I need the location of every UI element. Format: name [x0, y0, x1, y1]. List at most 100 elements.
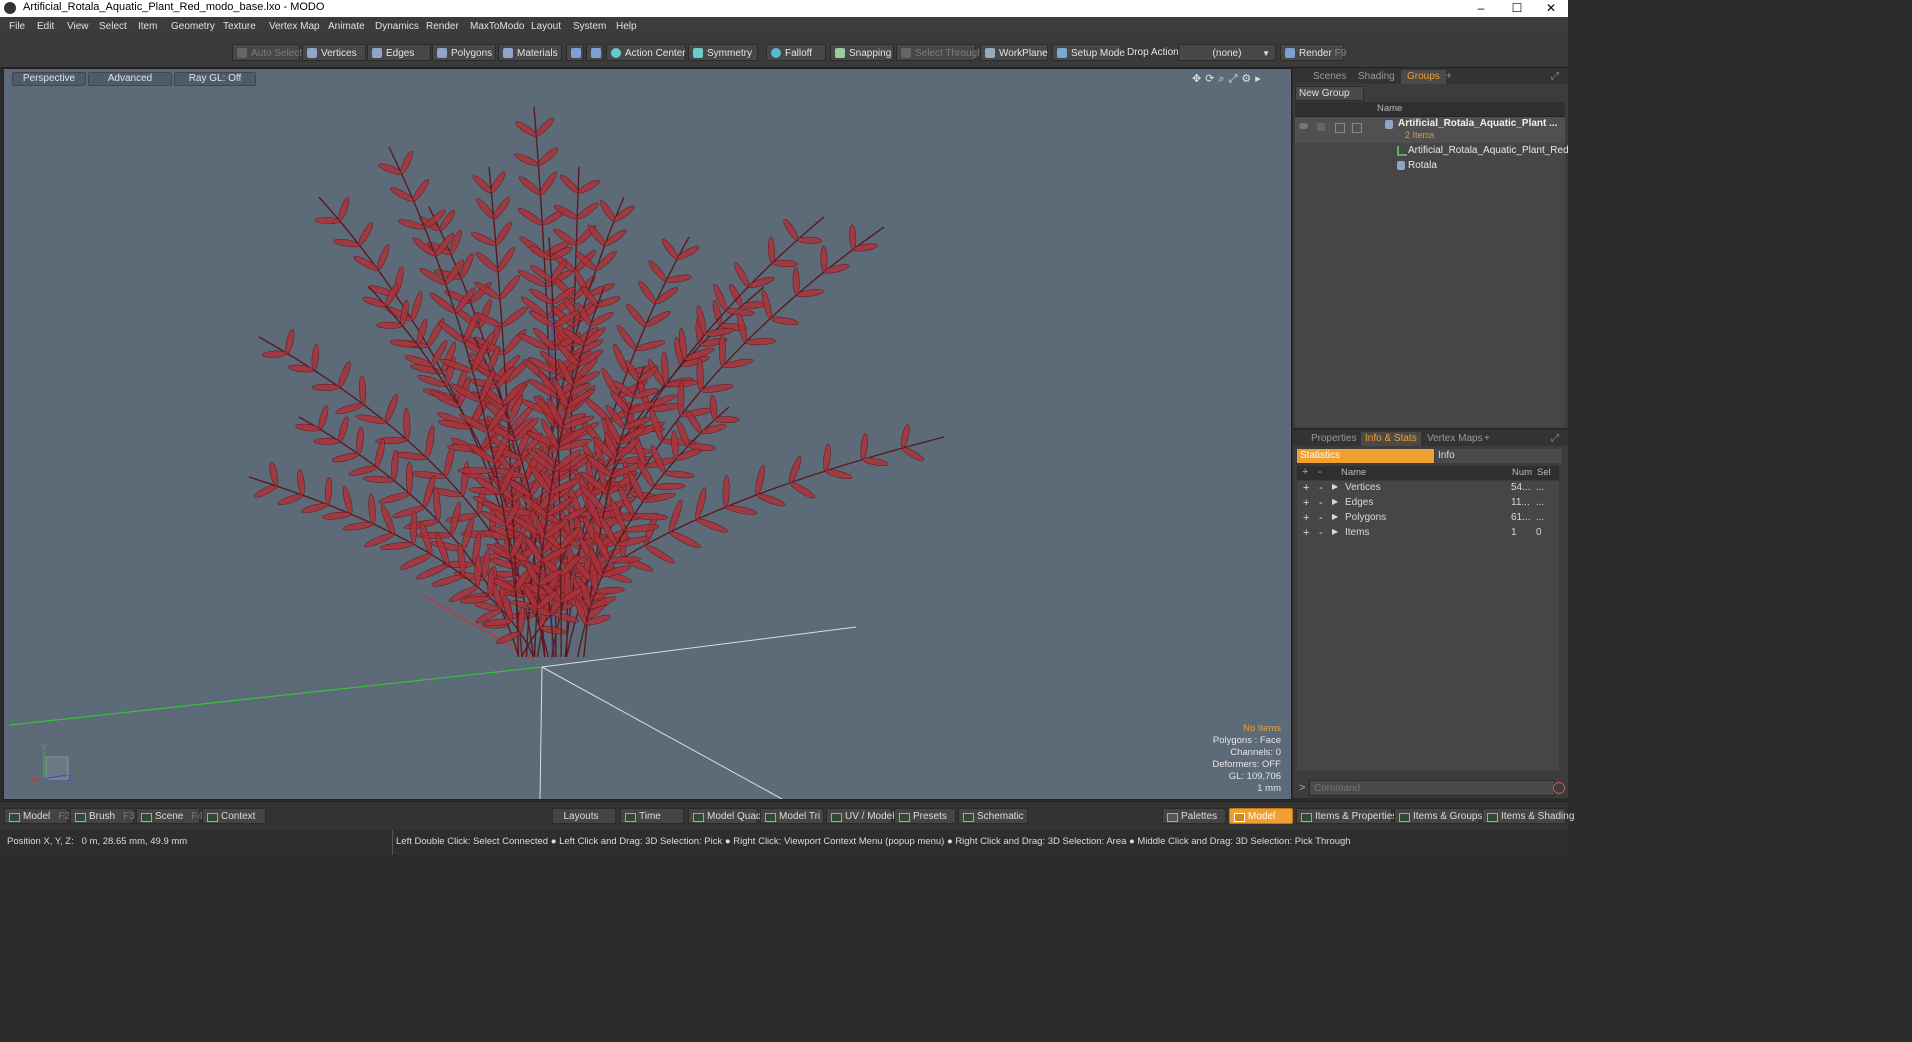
- items-groups-button[interactable]: Items & Groups: [1394, 808, 1482, 824]
- expand-arrow-icon[interactable]: ▶: [1332, 512, 1338, 521]
- expand-arrow-icon[interactable]: ▶: [1332, 497, 1338, 506]
- layout-brush-button[interactable]: Brush F3: [70, 808, 135, 824]
- stats-row[interactable]: + - ▶ Items 1 0: [1297, 526, 1559, 541]
- drop-action-select[interactable]: (none) ▼: [1178, 44, 1276, 61]
- new-group-button[interactable]: New Group: [1295, 86, 1364, 101]
- minus-icon[interactable]: -: [1319, 512, 1323, 524]
- plant-leaf: [745, 338, 777, 346]
- tab-shading[interactable]: Shading: [1358, 70, 1395, 84]
- group-child-row[interactable]: Rotala: [1295, 159, 1565, 173]
- checkbox-b[interactable]: [1352, 123, 1362, 133]
- add-tab-icon[interactable]: +: [1446, 70, 1452, 84]
- plus-icon[interactable]: +: [1303, 512, 1309, 524]
- menu-maxtomodo[interactable]: MaxToModo: [470, 21, 524, 32]
- chevron-down-icon: ▼: [1262, 49, 1270, 58]
- menu-geometry[interactable]: Geometry: [171, 21, 215, 32]
- eye-icon[interactable]: [1299, 123, 1308, 129]
- tab-vertex-maps[interactable]: Vertex Maps: [1427, 432, 1483, 446]
- plus-icon[interactable]: +: [1303, 482, 1309, 494]
- stats-row[interactable]: + - ▶ Edges 11... ...: [1297, 496, 1559, 511]
- expand-arrow-icon[interactable]: ▶: [1332, 482, 1338, 491]
- plus-icon[interactable]: +: [1303, 527, 1309, 539]
- render-button[interactable]: Render F9: [1280, 44, 1346, 61]
- menu-view[interactable]: View: [67, 21, 89, 32]
- menu-dynamics[interactable]: Dynamics: [375, 21, 419, 32]
- minus-icon[interactable]: -: [1319, 527, 1323, 539]
- tab-statistics[interactable]: Statistics: [1297, 449, 1434, 463]
- minus-icon[interactable]: -: [1319, 482, 1323, 494]
- layout-icon: [1399, 813, 1410, 822]
- workplane-button[interactable]: WorkPlane: [980, 44, 1048, 61]
- plus-icon[interactable]: +: [1303, 497, 1309, 509]
- auto-select-button[interactable]: Auto Select: [232, 44, 302, 61]
- menu-file[interactable]: File: [9, 21, 25, 32]
- materials-button[interactable]: Materials: [498, 44, 562, 61]
- group-row-root[interactable]: Artificial_Rotala_Aquatic_Plant ... 2 It…: [1295, 117, 1565, 143]
- menu-layout[interactable]: Layout: [531, 21, 561, 32]
- layouts-button[interactable]: Layouts: [552, 808, 616, 824]
- minus-icon[interactable]: -: [1319, 497, 1323, 509]
- menu-help[interactable]: Help: [616, 21, 637, 32]
- layout-presets-button[interactable]: Presets: [894, 808, 956, 824]
- polygons-icon: [437, 48, 447, 58]
- menu-select[interactable]: Select: [99, 21, 127, 32]
- close-button[interactable]: ✕: [1534, 0, 1568, 17]
- expand-arrow-icon[interactable]: ▶: [1332, 527, 1338, 536]
- tab-info[interactable]: Info: [1435, 449, 1562, 463]
- group-child-row[interactable]: Artificial_Rotala_Aquatic_Plant_Red: [1295, 144, 1569, 158]
- command-input[interactable]: [1309, 780, 1555, 796]
- maximize-button[interactable]: ☐: [1500, 0, 1534, 17]
- minimize-button[interactable]: –: [1464, 0, 1498, 17]
- expand-panel-icon[interactable]: ⤢: [1551, 432, 1559, 446]
- layout-time-button[interactable]: Time: [620, 808, 684, 824]
- menu-render[interactable]: Render: [426, 21, 459, 32]
- layout-uv-model-button[interactable]: UV / Model: [826, 808, 894, 824]
- falloff-button[interactable]: Falloff: [766, 44, 826, 61]
- record-icon[interactable]: [1553, 782, 1565, 794]
- stats-row[interactable]: + - ▶ Vertices 54... ...: [1297, 481, 1559, 496]
- select-mode-b-button[interactable]: [586, 44, 604, 61]
- tab-scenes[interactable]: Scenes: [1313, 70, 1346, 84]
- select-through-button[interactable]: Select Through: [896, 44, 983, 61]
- edges-button[interactable]: Edges: [367, 44, 431, 61]
- tab-properties[interactable]: Properties: [1311, 432, 1357, 446]
- expand-all-icon[interactable]: +: [1302, 466, 1308, 478]
- edges-icon: [372, 48, 382, 58]
- plant-leaf: [377, 244, 390, 271]
- setup-mode-button[interactable]: Setup Mode: [1052, 44, 1125, 61]
- layout-scene-button[interactable]: Scene F4: [136, 808, 203, 824]
- stat-num: 11...: [1511, 497, 1530, 508]
- menu-edit[interactable]: Edit: [37, 21, 54, 32]
- palettes-button[interactable]: Palettes: [1162, 808, 1226, 824]
- select-mode-a-button[interactable]: [566, 44, 584, 61]
- layout-context-button[interactable]: Context: [202, 808, 266, 824]
- layout-model-quad-button[interactable]: Model Quad: [688, 808, 761, 824]
- menu-item[interactable]: Item: [138, 21, 157, 32]
- 3d-viewport[interactable]: Perspective Advanced Ray GL: Off ✥⟳⌕⤢⚙▸ …: [3, 68, 1292, 800]
- checkbox-a[interactable]: [1335, 123, 1345, 133]
- expand-panel-icon[interactable]: ⤢: [1551, 70, 1559, 84]
- menu-system[interactable]: System: [573, 21, 606, 32]
- tab-groups[interactable]: Groups: [1401, 70, 1446, 84]
- menu-vertex-map[interactable]: Vertex Map: [269, 21, 320, 32]
- model-mode-button[interactable]: Model: [1229, 808, 1293, 824]
- stats-row[interactable]: + - ▶ Polygons 61... ...: [1297, 511, 1559, 526]
- menu-texture[interactable]: Texture: [223, 21, 256, 32]
- vertices-button[interactable]: Vertices: [302, 44, 366, 61]
- symmetry-button[interactable]: Symmetry: [688, 44, 758, 61]
- layout-model-button[interactable]: Model F2: [4, 808, 70, 824]
- lock-icon[interactable]: [1317, 123, 1325, 131]
- polygons-button[interactable]: Polygons: [432, 44, 496, 61]
- layout-model-tri-button[interactable]: Model Tri: [760, 808, 824, 824]
- menu-animate[interactable]: Animate: [328, 21, 365, 32]
- plant-leaf: [669, 531, 702, 549]
- snapping-button[interactable]: Snapping: [830, 44, 894, 61]
- add-tab-icon[interactable]: +: [1484, 432, 1490, 446]
- action-center-button[interactable]: Action Center: [606, 44, 686, 61]
- items-properties-button[interactable]: Items & Properties: [1296, 808, 1397, 824]
- tab-info-stats[interactable]: Info & Stats: [1361, 432, 1421, 446]
- plant-leaf: [503, 329, 527, 355]
- layout-schematic-button[interactable]: Schematic: [958, 808, 1028, 824]
- items-shading-button[interactable]: Items & Shading: [1482, 808, 1574, 824]
- collapse-all-icon[interactable]: -: [1318, 466, 1322, 478]
